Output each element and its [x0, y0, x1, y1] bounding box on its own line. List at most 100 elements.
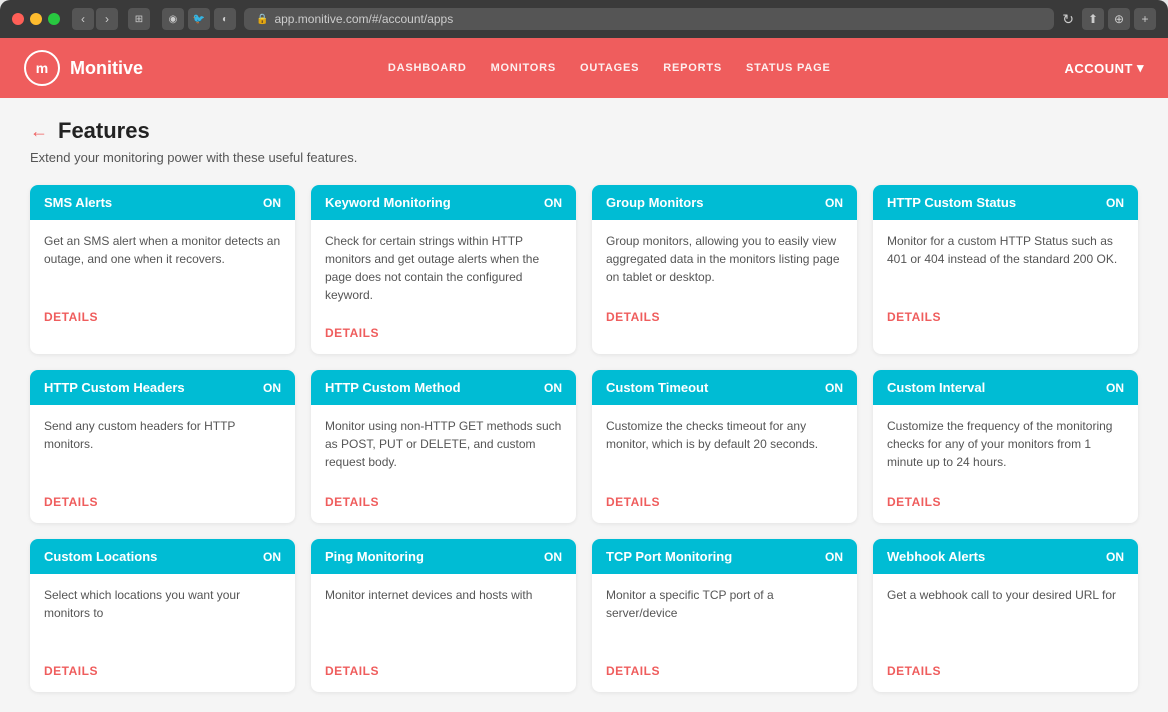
forward-nav-button[interactable]: ›: [96, 8, 118, 30]
feature-desc: Get a webhook call to your desired URL f…: [887, 586, 1124, 604]
feature-title: Group Monitors: [606, 195, 704, 210]
feature-status: ON: [825, 550, 843, 564]
new-tab-button[interactable]: ⊕: [1108, 8, 1130, 30]
nav-reports[interactable]: REPORTS: [663, 54, 722, 82]
details-link[interactable]: DETAILS: [44, 664, 98, 678]
feature-card: Keyword Monitoring ON Check for certain …: [311, 185, 576, 354]
details-link[interactable]: DETAILS: [325, 664, 379, 678]
details-link[interactable]: DETAILS: [325, 326, 379, 340]
feature-card: HTTP Custom Status ON Monitor for a cust…: [873, 185, 1138, 354]
traffic-lights: [12, 13, 60, 25]
feature-footer: DETAILS: [311, 485, 576, 523]
details-link[interactable]: DETAILS: [325, 495, 379, 509]
feature-status: ON: [263, 196, 281, 210]
feature-desc: Monitor using non-HTTP GET methods such …: [325, 417, 562, 471]
content-area: ← Features Extend your monitoring power …: [0, 98, 1168, 712]
details-link[interactable]: DETAILS: [887, 495, 941, 509]
lock-icon: 🔒: [256, 14, 268, 25]
features-grid: SMS Alerts ON Get an SMS alert when a mo…: [30, 185, 1138, 692]
details-link[interactable]: DETAILS: [44, 495, 98, 509]
maximize-button[interactable]: [48, 13, 60, 25]
feature-status: ON: [1106, 550, 1124, 564]
url-text: app.monitive.com/#/account/apps: [274, 12, 453, 26]
feature-status: ON: [825, 381, 843, 395]
feature-title: Custom Locations: [44, 549, 157, 564]
feature-body: Monitor using non-HTTP GET methods such …: [311, 405, 576, 485]
feature-footer: DETAILS: [873, 654, 1138, 692]
feature-header: Custom Timeout ON: [592, 370, 857, 405]
feature-desc: Select which locations you want your mon…: [44, 586, 281, 622]
feature-footer: DETAILS: [873, 300, 1138, 338]
feature-title: Custom Interval: [887, 380, 985, 395]
back-arrow-link[interactable]: ←: [30, 121, 48, 142]
feature-body: Monitor a specific TCP port of a server/…: [592, 574, 857, 654]
feature-title: TCP Port Monitoring: [606, 549, 732, 564]
sidebar-toggle-button[interactable]: ⊞: [128, 8, 150, 30]
feature-status: ON: [1106, 196, 1124, 210]
nav-status-page[interactable]: STATUS PAGE: [746, 54, 831, 82]
feature-desc: Monitor a specific TCP port of a server/…: [606, 586, 843, 622]
details-link[interactable]: DETAILS: [606, 495, 660, 509]
logo-icon: m: [24, 50, 60, 86]
feature-body: Get an SMS alert when a monitor detects …: [30, 220, 295, 300]
feature-card: SMS Alerts ON Get an SMS alert when a mo…: [30, 185, 295, 354]
feature-status: ON: [544, 196, 562, 210]
feature-footer: DETAILS: [592, 654, 857, 692]
feature-footer: DETAILS: [592, 485, 857, 523]
feature-body: Monitor for a custom HTTP Status such as…: [873, 220, 1138, 300]
share-button[interactable]: ⬆: [1082, 8, 1104, 30]
feature-body: Check for certain strings within HTTP mo…: [311, 220, 576, 316]
main-nav: DASHBOARD MONITORS OUTAGES REPORTS STATU…: [154, 54, 1064, 82]
feature-body: Send any custom headers for HTTP monitor…: [30, 405, 295, 485]
details-link[interactable]: DETAILS: [606, 310, 660, 324]
feature-title: Ping Monitoring: [325, 549, 424, 564]
feature-title: Webhook Alerts: [887, 549, 985, 564]
page-subtitle: Extend your monitoring power with these …: [30, 150, 1138, 165]
feature-body: Select which locations you want your mon…: [30, 574, 295, 654]
feature-status: ON: [825, 196, 843, 210]
feature-card: Custom Timeout ON Customize the checks t…: [592, 370, 857, 523]
feature-card: TCP Port Monitoring ON Monitor a specifi…: [592, 539, 857, 692]
nav-monitors[interactable]: MONITORS: [491, 54, 556, 82]
feature-header: Keyword Monitoring ON: [311, 185, 576, 220]
ext-button-1[interactable]: ◉: [162, 8, 184, 30]
feature-body: Get a webhook call to your desired URL f…: [873, 574, 1138, 654]
ext-button-3[interactable]: ◐: [214, 8, 236, 30]
feature-header: HTTP Custom Status ON: [873, 185, 1138, 220]
feature-desc: Monitor for a custom HTTP Status such as…: [887, 232, 1124, 268]
feature-header: Custom Interval ON: [873, 370, 1138, 405]
feature-card: Custom Interval ON Customize the frequen…: [873, 370, 1138, 523]
feature-desc: Send any custom headers for HTTP monitor…: [44, 417, 281, 453]
address-bar[interactable]: 🔒 app.monitive.com/#/account/apps: [244, 8, 1054, 30]
back-nav-button[interactable]: ‹: [72, 8, 94, 30]
feature-header: Webhook Alerts ON: [873, 539, 1138, 574]
ext-button-2[interactable]: 🐦: [188, 8, 210, 30]
feature-header: HTTP Custom Method ON: [311, 370, 576, 405]
app-wrapper: m Monitive DASHBOARD MONITORS OUTAGES RE…: [0, 38, 1168, 712]
page-title: Features: [58, 118, 150, 144]
feature-title: HTTP Custom Headers: [44, 380, 185, 395]
details-link[interactable]: DETAILS: [887, 310, 941, 324]
brand-name: Monitive: [70, 58, 143, 79]
details-link[interactable]: DETAILS: [44, 310, 98, 324]
nav-outages[interactable]: OUTAGES: [580, 54, 639, 82]
feature-title: HTTP Custom Status: [887, 195, 1016, 210]
feature-card: Ping Monitoring ON Monitor internet devi…: [311, 539, 576, 692]
feature-header: Ping Monitoring ON: [311, 539, 576, 574]
details-link[interactable]: DETAILS: [606, 664, 660, 678]
reload-button[interactable]: ↻: [1062, 11, 1074, 28]
feature-footer: DETAILS: [873, 485, 1138, 523]
feature-status: ON: [263, 381, 281, 395]
details-link[interactable]: DETAILS: [887, 664, 941, 678]
feature-body: Customize the frequency of the monitorin…: [873, 405, 1138, 485]
feature-desc: Monitor internet devices and hosts with: [325, 586, 562, 604]
menu-button[interactable]: +: [1134, 8, 1156, 30]
page-header: ← Features: [30, 118, 1138, 144]
account-nav[interactable]: ACCOUNT ▾: [1064, 60, 1144, 76]
nav-dashboard[interactable]: DASHBOARD: [388, 54, 467, 82]
close-button[interactable]: [12, 13, 24, 25]
feature-title: HTTP Custom Method: [325, 380, 461, 395]
minimize-button[interactable]: [30, 13, 42, 25]
logo-area: m Monitive: [24, 50, 154, 86]
app-header: m Monitive DASHBOARD MONITORS OUTAGES RE…: [0, 38, 1168, 98]
